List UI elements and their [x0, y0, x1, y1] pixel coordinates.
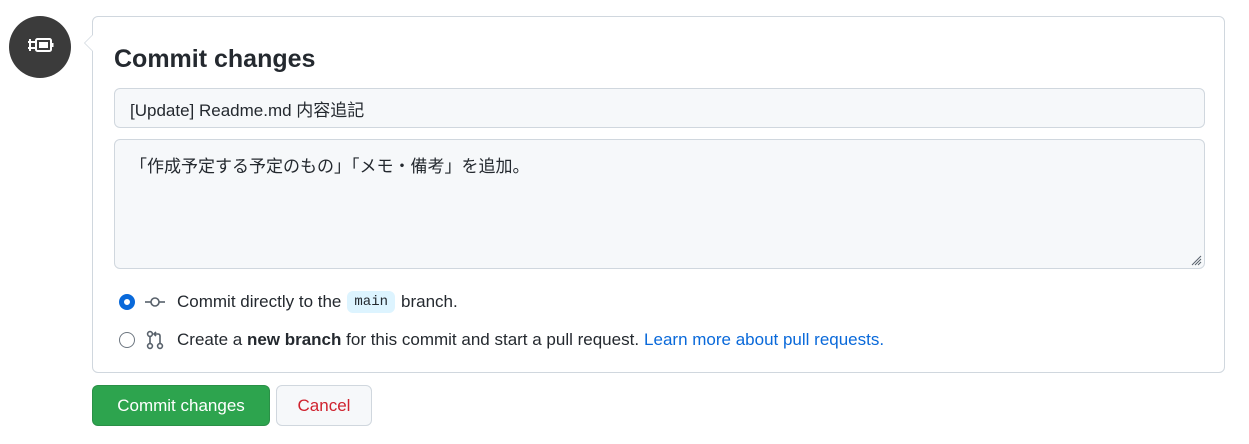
new-branch-option[interactable]: Create a new branch for this commit and … — [119, 327, 884, 353]
commit-direct-suffix: branch. — [401, 292, 458, 311]
new-branch-text: Create a — [177, 330, 243, 349]
panel-caret-fill — [85, 34, 94, 52]
commit-direct-option[interactable]: Commit directly to the main branch. — [119, 289, 458, 315]
git-pull-request-icon — [145, 330, 165, 350]
plug-icon — [26, 34, 54, 61]
new-branch-radio[interactable] — [119, 332, 135, 348]
new-branch-bold: new branch — [246, 330, 342, 349]
cancel-button[interactable]: Cancel — [276, 385, 372, 426]
commit-description-textarea[interactable]: 「作成予定する予定のもの」「メモ・備考」を追加。 — [114, 139, 1205, 269]
commit-changes-button[interactable]: Commit changes — [92, 385, 270, 426]
commit-summary-input[interactable] — [114, 88, 1205, 128]
commit-panel: Commit changes 「作成予定する予定のもの」「メモ・備考」を追加。 … — [84, 16, 1225, 373]
new-branch-suffix: for this commit and start a pull request… — [346, 330, 640, 349]
resize-grip-icon[interactable] — [1190, 253, 1202, 266]
commit-direct-radio[interactable] — [120, 295, 134, 309]
panel-title: Commit changes — [114, 45, 316, 73]
git-commit-icon — [145, 292, 165, 312]
learn-more-link[interactable]: Learn more about pull requests. — [644, 330, 884, 350]
avatar — [9, 16, 71, 78]
commit-direct-text: Commit directly to the — [177, 292, 342, 311]
branch-name-chip: main — [347, 291, 395, 313]
